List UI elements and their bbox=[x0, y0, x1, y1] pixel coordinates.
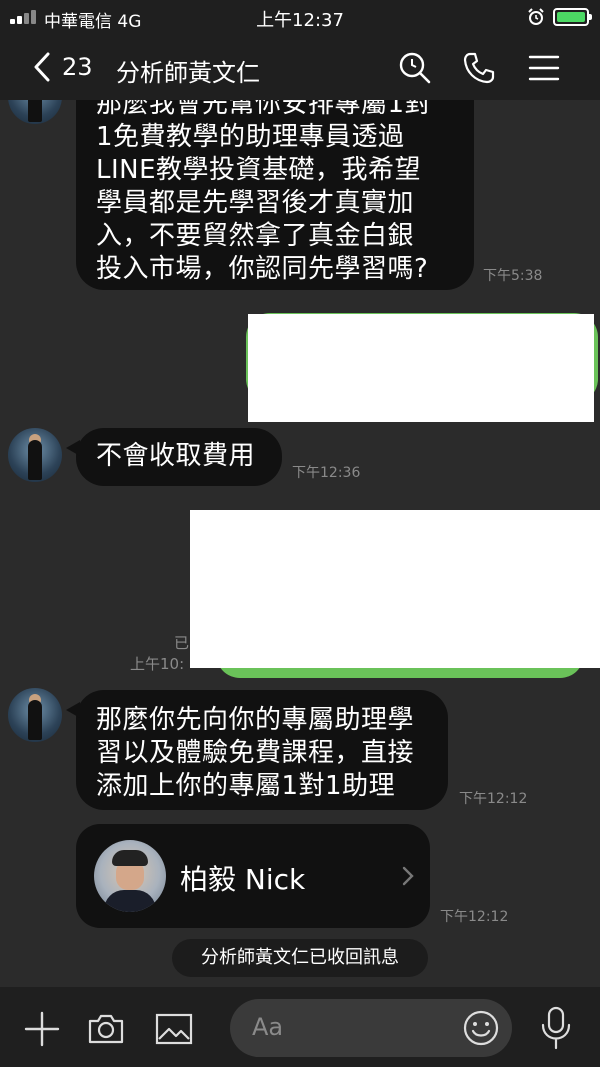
message-timestamp: 下午12:36 bbox=[292, 465, 361, 481]
sender-avatar[interactable] bbox=[8, 428, 62, 482]
message-timestamp: 上午10: bbox=[130, 655, 185, 673]
search-icon[interactable] bbox=[398, 51, 432, 85]
message-bubble[interactable]: 不會收取費用 bbox=[66, 428, 282, 486]
redaction-box bbox=[190, 510, 600, 668]
battery-icon bbox=[553, 8, 592, 26]
message-timestamp: 下午12:12 bbox=[459, 791, 528, 807]
message-bubble[interactable]: 那麼我會先幫你安排專屬1對 1免費教學的助理專員透過 LINE教學投資基礎，我希… bbox=[76, 100, 474, 290]
message-line: 那麼你先向你的專屬助理學 bbox=[96, 705, 415, 735]
contact-name: 柏毅 Nick bbox=[180, 863, 306, 896]
message-input-placeholder: Aa bbox=[252, 1013, 284, 1041]
message-line: 那麼我會先幫你安排專屬1對 bbox=[96, 100, 432, 119]
message-line: 入，不要貿然拿了真金白銀 bbox=[96, 221, 415, 251]
clock: 上午12:37 bbox=[256, 10, 344, 31]
contact-card[interactable]: 柏毅 Nick bbox=[76, 824, 430, 928]
input-toolbar: Aa bbox=[0, 987, 600, 1067]
alarm-icon bbox=[528, 8, 544, 25]
message-text: 不會收取費用 bbox=[96, 441, 256, 471]
message-bubble[interactable]: 那麼你先向你的專屬助理學 習以及體驗免費課程，直接 添加上你的專屬1對1助理 bbox=[66, 690, 448, 810]
unread-count[interactable]: 23 bbox=[62, 53, 93, 81]
plus-icon[interactable] bbox=[22, 1009, 62, 1049]
chat-header: 23 分析師黃文仁 bbox=[0, 34, 600, 100]
back-icon[interactable] bbox=[30, 52, 56, 82]
chat-history[interactable]: 那麼我會先幫你安排專屬1對 1免費教學的助理專員透過 LINE教學投資基礎，我希… bbox=[0, 100, 600, 987]
message-timestamp: 下午5:38 bbox=[483, 268, 543, 284]
menu-icon[interactable] bbox=[527, 51, 561, 85]
contact-avatar bbox=[94, 840, 166, 912]
status-bar: 中華電信 4G 上午12:37 bbox=[0, 0, 600, 34]
message-timestamp: 下午12:12 bbox=[440, 909, 509, 925]
emoji-icon[interactable] bbox=[462, 1009, 500, 1047]
phone-icon[interactable] bbox=[462, 51, 496, 85]
message-input[interactable]: Aa bbox=[230, 999, 512, 1057]
chevron-right-icon bbox=[402, 866, 414, 886]
redaction-box bbox=[248, 314, 594, 422]
image-icon[interactable] bbox=[154, 1009, 194, 1049]
chat-title: 分析師黃文仁 bbox=[116, 59, 260, 87]
sender-avatar[interactable] bbox=[8, 100, 62, 124]
message-line: 學員都是先學習後才真實加 bbox=[96, 188, 415, 218]
microphone-icon[interactable] bbox=[538, 1005, 574, 1051]
message-line: 添加上你的專屬1對1助理 bbox=[96, 771, 396, 801]
message-line: 投入市場，你認同先學習嗎? bbox=[96, 254, 429, 284]
system-notice: 分析師黃文仁已收回訊息 bbox=[172, 939, 428, 977]
sender-avatar[interactable] bbox=[8, 688, 62, 742]
message-line: LINE教學投資基礎，我希望 bbox=[96, 155, 422, 185]
read-receipt: 已 bbox=[174, 634, 190, 652]
message-line: 1免費教學的助理專員透過 bbox=[96, 122, 405, 152]
message-line: 習以及體驗免費課程，直接 bbox=[96, 738, 415, 768]
camera-icon[interactable] bbox=[86, 1009, 126, 1049]
